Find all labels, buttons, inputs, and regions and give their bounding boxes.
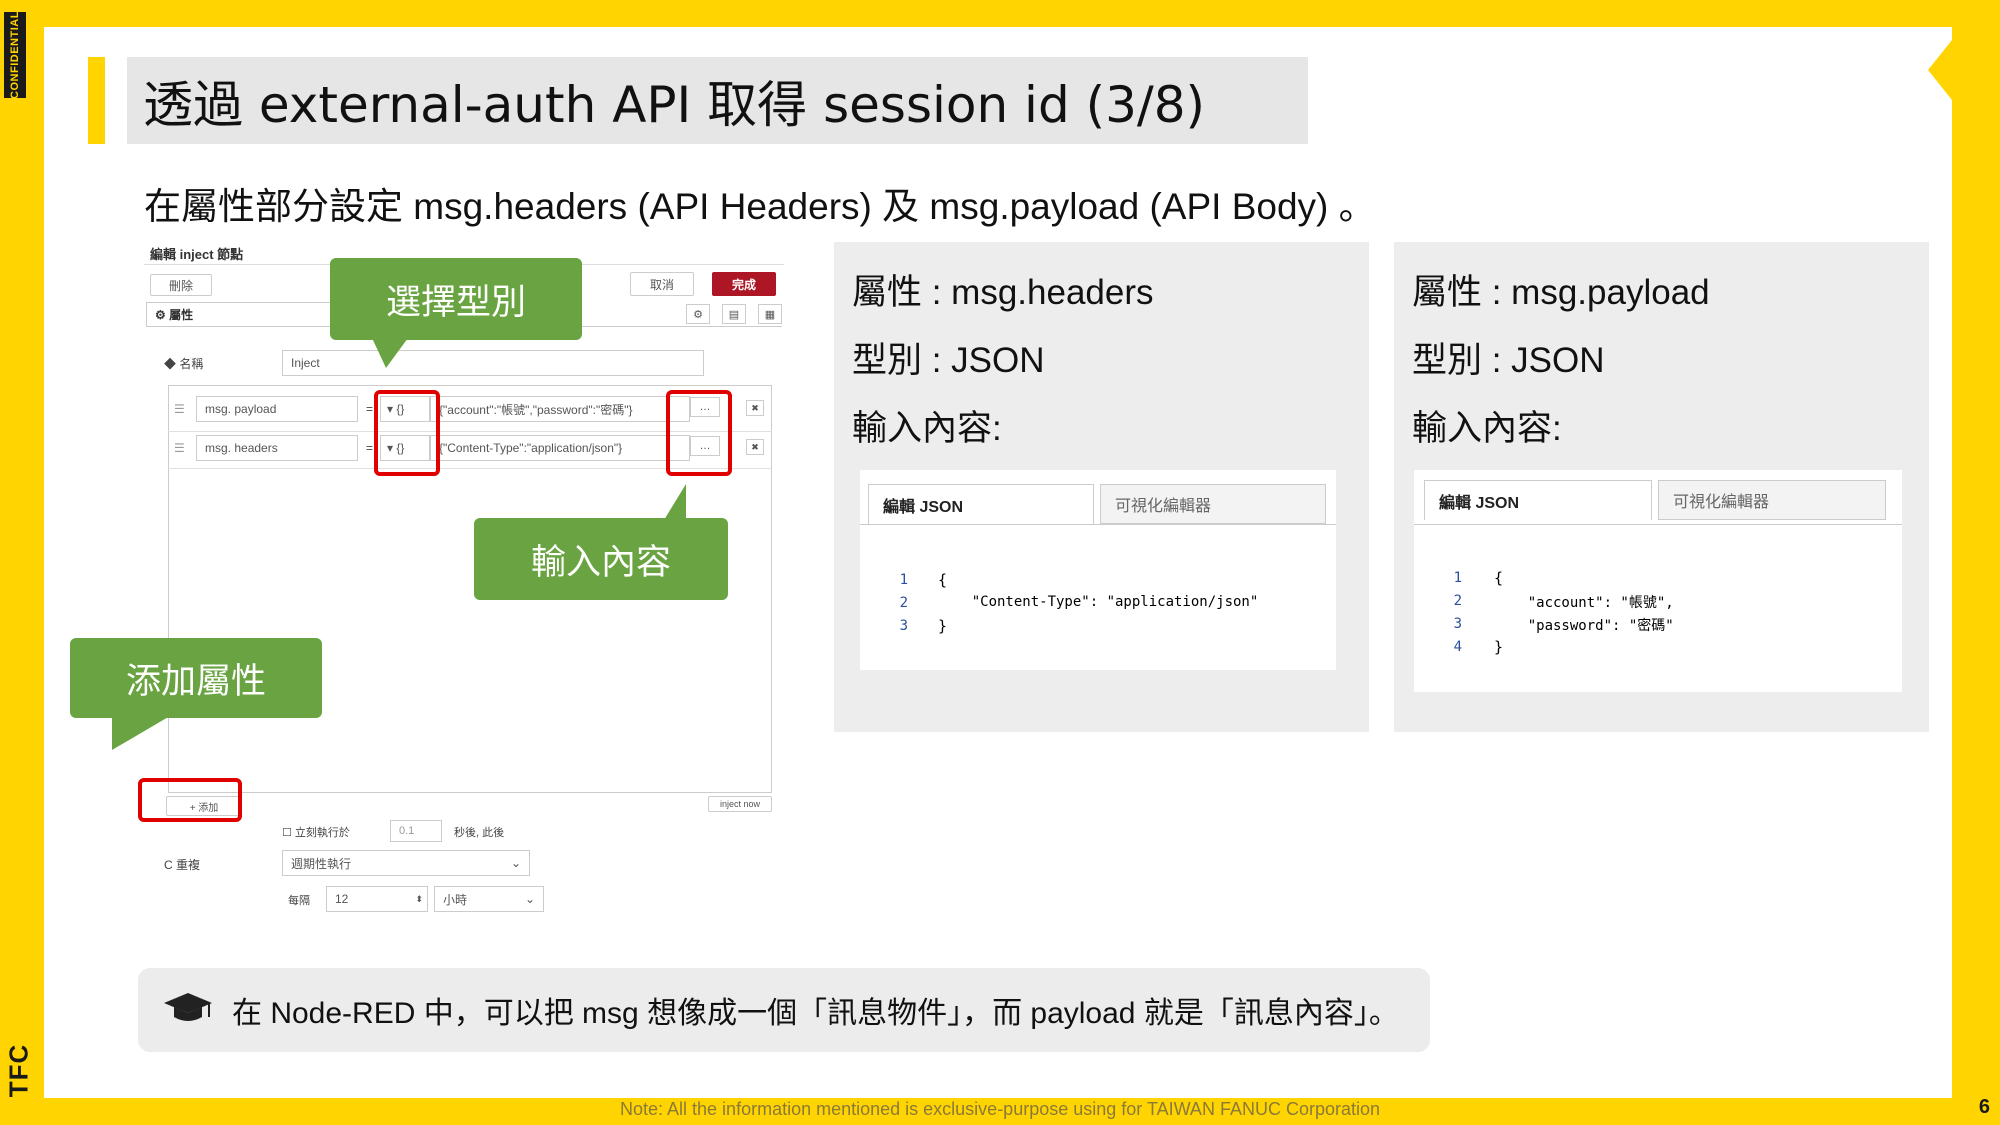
property-value-payload[interactable]: {"account":"帳號","password":"密碼"}	[430, 396, 690, 422]
line-number: 1	[1453, 570, 1462, 586]
footer-note: Note: All the information mentioned is e…	[620, 1099, 1380, 1119]
once-delay-input[interactable]: 0.1	[390, 820, 442, 842]
payload-content-label: 輸入內容:	[1412, 409, 1562, 448]
page-number: 6	[1978, 1096, 1990, 1118]
json-editor-headers: 編輯 JSON 可視化編輯器 1 2 3 { "Content-Type": "…	[860, 470, 1336, 670]
line-number: 3	[1453, 616, 1462, 632]
every-label: 每隔	[288, 895, 310, 907]
highlight-type-select	[374, 390, 440, 476]
remove-icon[interactable]: ✖	[746, 400, 764, 416]
headers-property: 屬性 : msg.headers	[852, 273, 1154, 312]
line-number: 3	[899, 618, 908, 634]
code-line: {	[938, 571, 948, 589]
headers-content-label: 輸入內容:	[852, 409, 1002, 448]
callout-tail	[664, 484, 686, 520]
callout-tail	[112, 716, 170, 750]
headers-panel: 屬性 : msg.headers 型別 : JSON 輸入內容: 編輯 JSON…	[834, 242, 1369, 732]
inject-now-button[interactable]: inject now	[708, 796, 772, 812]
callout-select-type: 選擇型別	[330, 258, 582, 340]
property-value-headers[interactable]: {"Content-Type":"application/json"}	[430, 435, 690, 461]
title-box: 透過 external-auth API 取得 session id (3/8)	[127, 57, 1308, 144]
code-line: "account": "帳號",	[1494, 595, 1674, 611]
name-input[interactable]: Inject	[282, 350, 704, 376]
subtitle: 在屬性部分設定 msg.headers (API Headers) 及 msg.…	[144, 186, 1376, 227]
tip-text: 在 Node-RED 中，可以把 msg 想像成一個「訊息物件」，而 paylo…	[232, 997, 1399, 1030]
stepper-icon[interactable]: ⬍	[415, 894, 423, 905]
drag-handle-icon[interactable]: ☰	[174, 441, 185, 455]
code-line: }	[938, 617, 948, 635]
callout-tail	[372, 338, 408, 368]
name-label: ◆ 名稱	[164, 357, 204, 371]
line-number: 1	[899, 572, 908, 588]
payload-property: 屬性 : msg.payload	[1412, 273, 1710, 312]
gear-icon[interactable]: ⚙	[686, 304, 710, 324]
payload-type: 型別 : JSON	[1412, 341, 1605, 380]
divider	[860, 524, 1336, 525]
repeat-label: C 重複	[164, 858, 201, 872]
property-name-payload[interactable]: msg. payload	[196, 396, 358, 422]
code-line: {	[1494, 569, 1504, 587]
title-accent-bar	[88, 57, 105, 144]
tab-visual-editor[interactable]: 可視化編輯器	[1658, 480, 1886, 520]
graduation-cap-icon	[162, 991, 214, 1029]
description-icon[interactable]: ▤	[722, 304, 746, 324]
drag-handle-icon[interactable]: ☰	[174, 402, 185, 416]
line-number: 2	[899, 595, 908, 611]
code-line: "password": "密碼"	[1494, 618, 1674, 634]
cancel-button[interactable]: 取消	[630, 272, 694, 296]
tip-note: 在 Node-RED 中，可以把 msg 想像成一個「訊息物件」，而 paylo…	[138, 968, 1430, 1052]
code-line: "Content-Type": "application/json"	[938, 594, 1259, 610]
callout-add-property: 添加屬性	[70, 638, 322, 718]
highlight-add-button	[138, 778, 242, 822]
tfc-logo: TFC	[3, 1043, 34, 1097]
delete-button[interactable]: 刪除	[150, 274, 212, 296]
remove-icon[interactable]: ✖	[746, 439, 764, 455]
tab-edit-json[interactable]: 編輯 JSON	[868, 484, 1094, 524]
interval-input[interactable]: 12 ⬍	[326, 886, 428, 912]
highlight-expand-button	[666, 390, 732, 476]
equals-sign: =	[366, 441, 374, 455]
line-number: 4	[1453, 639, 1462, 655]
chevron-down-icon: ⌄	[510, 856, 521, 870]
once-suffix-label: 秒後, 此後	[454, 827, 505, 839]
repeat-select[interactable]: 週期性執行 ⌄	[282, 850, 530, 876]
json-editor-payload: 編輯 JSON 可視化編輯器 1 2 3 4 { "account": "帳號"…	[1414, 470, 1902, 692]
code-line: }	[1494, 638, 1504, 656]
tab-visual-editor[interactable]: 可視化編輯器	[1100, 484, 1326, 524]
appearance-icon[interactable]: ▦	[758, 304, 782, 324]
chevron-down-icon: ⌄	[524, 892, 535, 906]
editor-header: 編輯 inject 節點	[150, 247, 244, 262]
headers-type: 型別 : JSON	[852, 341, 1045, 380]
interval-unit-select[interactable]: 小時 ⌄	[434, 886, 544, 912]
line-number: 2	[1453, 593, 1462, 609]
frame-right	[1928, 0, 2000, 1125]
inject-once-checkbox[interactable]: ☐ 立刻執行於	[282, 824, 350, 840]
divider	[1414, 524, 1902, 525]
property-name-headers[interactable]: msg. headers	[196, 435, 358, 461]
payload-panel: 屬性 : msg.payload 型別 : JSON 輸入內容: 編輯 JSON…	[1394, 242, 1929, 732]
tab-edit-json[interactable]: 編輯 JSON	[1424, 480, 1652, 520]
done-button[interactable]: 完成	[712, 272, 776, 296]
callout-input-content: 輸入內容	[474, 518, 728, 600]
page-title: 透過 external-auth API 取得 session id (3/8)	[143, 75, 1206, 134]
confidential-badge: CONFIDENTIAL	[4, 11, 26, 99]
tab-properties[interactable]: ⚙ 屬性	[146, 302, 336, 326]
equals-sign: =	[366, 402, 374, 416]
